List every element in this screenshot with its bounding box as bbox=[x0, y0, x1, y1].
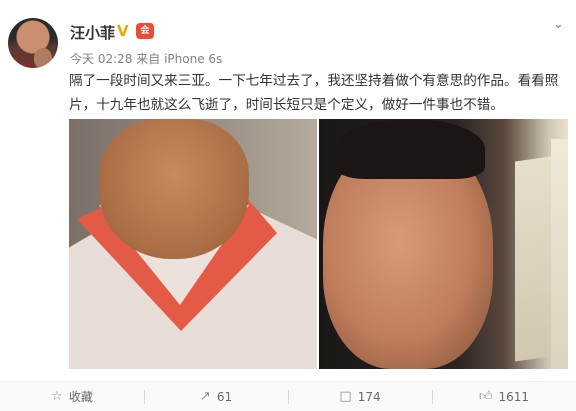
post-text: 隔了一段时间又来三亚。一下七年过去了，我还坚持着做个有意思的作品。看看照片，十九… bbox=[69, 73, 559, 113]
thumbs-up-icon: 👍︎ bbox=[478, 389, 493, 404]
photo-selfie[interactable] bbox=[319, 119, 568, 369]
source-prefix: 来自 bbox=[136, 52, 161, 66]
like-button[interactable]: 👍︎ 1611 bbox=[432, 382, 576, 411]
photo-face bbox=[99, 119, 249, 259]
photo-hair bbox=[335, 119, 485, 179]
repost-count: 61 bbox=[216, 389, 233, 404]
weibo-post-card: 汪小菲 V 会 ⌄ 今天 02:28 来自 iPhone 6s 隔了一段时间又来… bbox=[0, 0, 576, 411]
comment-icon: □ bbox=[339, 389, 352, 404]
verified-badge-icon: V bbox=[117, 22, 129, 40]
favorite-label: 收藏 bbox=[68, 390, 93, 404]
chevron-down-icon[interactable]: ⌄ bbox=[553, 17, 564, 32]
star-icon: ☆ bbox=[51, 389, 63, 404]
comment-count: 174 bbox=[357, 389, 381, 404]
vip-membership-icon[interactable]: 会 bbox=[136, 23, 154, 39]
avatar-child-figure bbox=[34, 48, 52, 68]
repost-button[interactable]: ↗ 61 bbox=[144, 382, 288, 411]
like-count: 1611 bbox=[498, 389, 530, 404]
photo-wall-artwork bbox=[551, 139, 568, 369]
comment-button[interactable]: □ 174 bbox=[288, 382, 432, 411]
favorite-button[interactable]: ☆ 收藏 bbox=[0, 382, 144, 411]
share-icon: ↗ bbox=[199, 389, 211, 404]
photo-wall-artwork bbox=[515, 156, 551, 362]
photo-childhood[interactable] bbox=[69, 119, 317, 369]
username[interactable]: 汪小菲 bbox=[70, 22, 115, 43]
post-time[interactable]: 今天 02:28 bbox=[70, 52, 132, 66]
avatar[interactable] bbox=[8, 18, 58, 68]
post-meta: 今天 02:28 来自 iPhone 6s bbox=[70, 50, 222, 67]
action-bar: ☆ 收藏 ↗ 61 □ 174 👍︎ 1611 bbox=[0, 381, 576, 411]
post-source: iPhone 6s bbox=[164, 52, 223, 66]
